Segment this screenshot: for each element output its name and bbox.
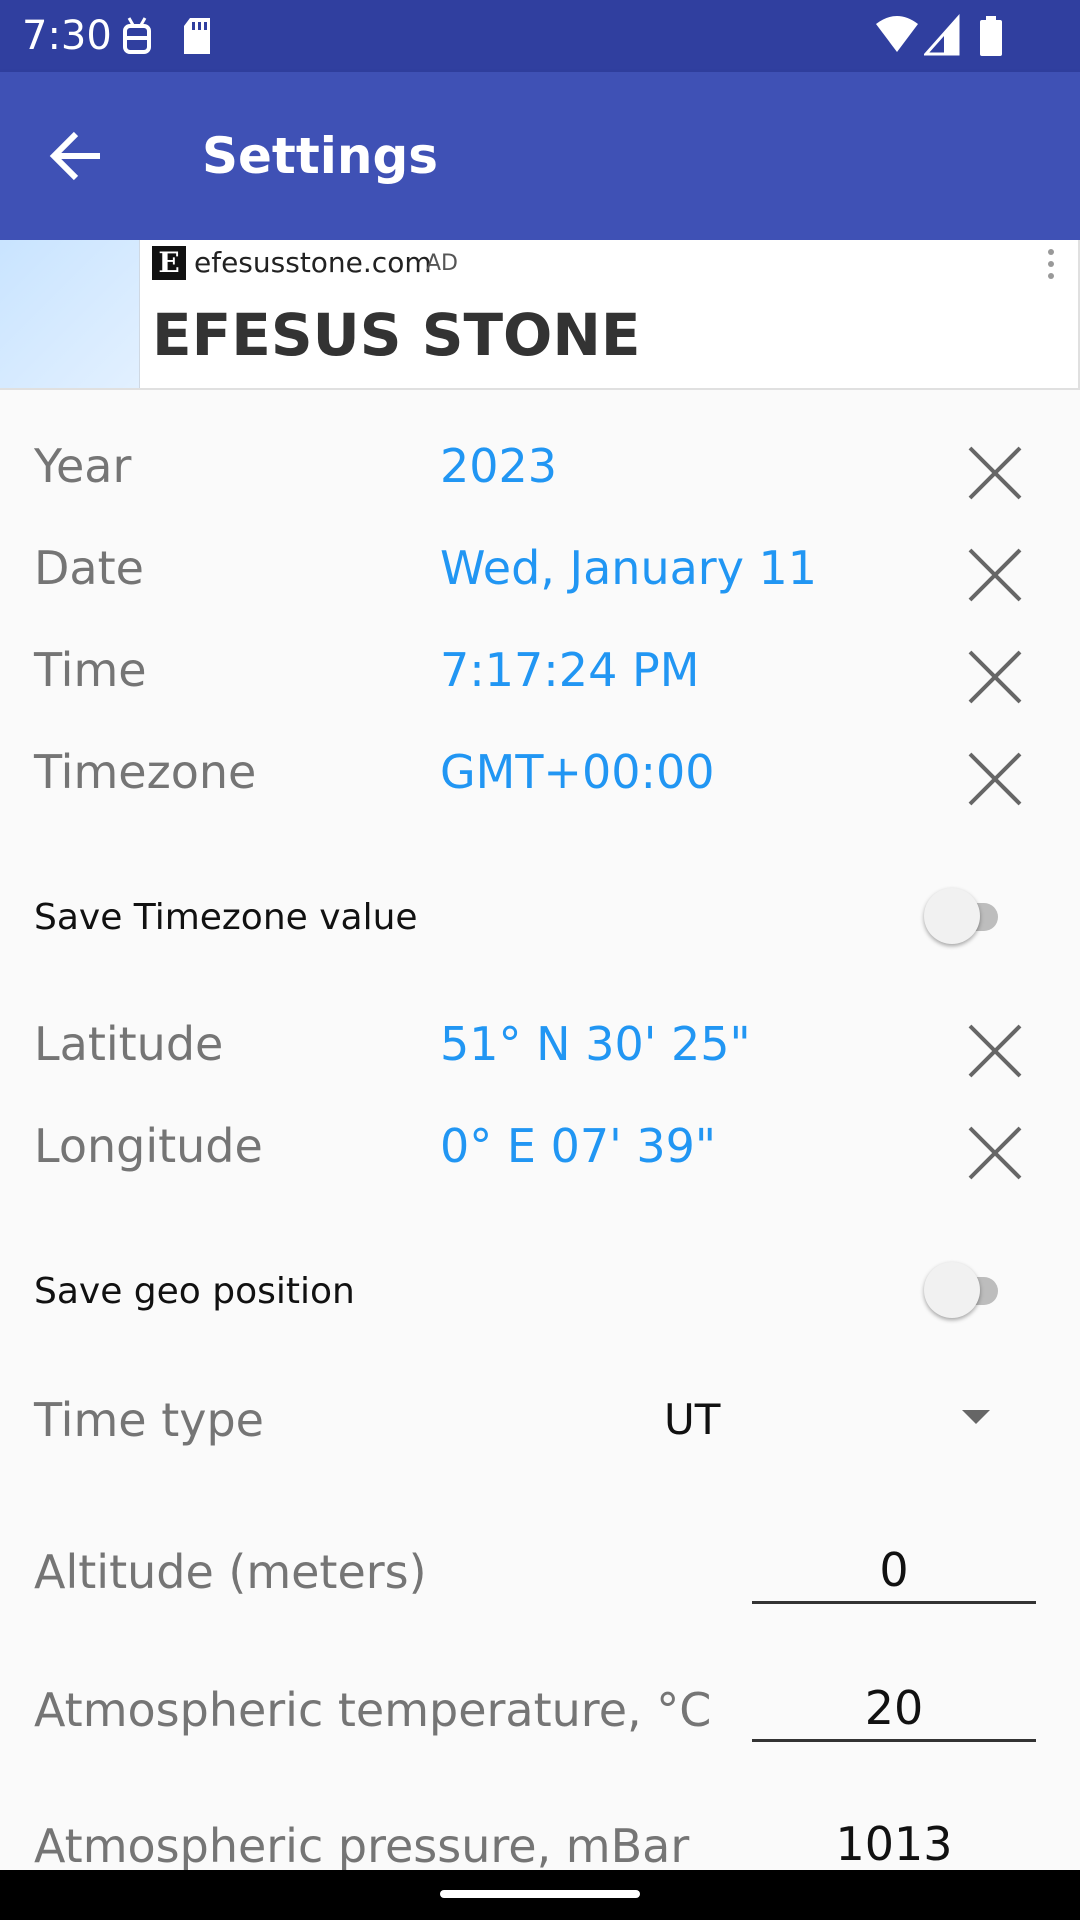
year-value[interactable]: 2023 [440,436,557,496]
switch-thumb [924,888,980,944]
app-bar: Settings [0,72,1080,240]
temperature-label: Atmospheric temperature, °C [34,1683,712,1737]
time-value[interactable]: 7:17:24 PM [440,640,699,700]
latitude-value[interactable]: 51° N 30' 25" [440,1014,751,1074]
wifi-icon [876,16,918,52]
ad-label: AD [426,251,458,276]
latitude-label: Latitude [34,1017,224,1071]
year-label: Year [34,439,132,493]
navigation-bar [0,1870,1080,1920]
close-icon [968,752,1022,806]
save-geo-switch[interactable] [920,1258,1016,1322]
time-type-label: Time type [34,1393,264,1447]
save-geo-label: Save geo position [34,1271,355,1312]
cell-signal-icon [924,14,960,56]
close-icon [968,548,1022,602]
back-button[interactable] [34,112,122,200]
pressure-input[interactable]: 1013 [752,1814,1036,1878]
home-handle[interactable] [440,1890,640,1898]
altitude-label: Altitude (meters) [34,1545,427,1599]
temperature-input[interactable]: 20 [752,1678,1036,1742]
ad-logo: E [152,246,186,280]
ad-menu-button[interactable] [1036,244,1066,284]
arrow-back-icon [49,131,100,181]
clear-date-button[interactable] [964,544,1026,606]
clear-time-button[interactable] [964,646,1026,708]
save-timezone-label: Save Timezone value [34,897,418,938]
ad-headline[interactable]: EFESUS STONE [152,298,641,372]
pressure-label: Atmospheric pressure, mBar [34,1819,690,1873]
clear-timezone-button[interactable] [964,748,1026,810]
date-value[interactable]: Wed, January 11 [440,538,817,598]
close-icon [968,1126,1022,1180]
page-title: Settings [202,127,439,185]
time-type-value: UT [664,1395,721,1444]
clear-longitude-button[interactable] [964,1122,1026,1184]
android-debug-icon [123,17,151,54]
close-icon [968,1024,1022,1078]
clear-year-button[interactable] [964,442,1026,504]
dropdown-arrow-icon [962,1410,990,1424]
timezone-value[interactable]: GMT+00:00 [440,742,715,802]
time-type-dropdown[interactable]: UT [640,1384,1040,1456]
save-timezone-switch[interactable] [920,884,1016,948]
longitude-value[interactable]: 0° E 07' 39" [440,1116,716,1176]
status-bar: 7:30 [0,0,1080,72]
clear-latitude-button[interactable] [964,1020,1026,1082]
ad-domain[interactable]: efesusstone.com [194,244,432,282]
timezone-label: Timezone [34,745,257,799]
date-label: Date [34,541,144,595]
switch-thumb [924,1262,980,1318]
more-vert-icon [1048,249,1054,279]
battery-icon [980,16,1002,56]
altitude-input[interactable]: 0 [752,1540,1036,1604]
ad-image[interactable] [0,240,140,388]
longitude-label: Longitude [34,1119,263,1173]
status-time: 7:30 [22,13,112,59]
sd-card-icon [184,18,210,54]
time-label: Time [34,643,147,697]
close-icon [968,446,1022,500]
close-icon [968,650,1022,704]
ad-banner[interactable]: E efesusstone.com AD EFESUS STONE [0,240,1080,390]
